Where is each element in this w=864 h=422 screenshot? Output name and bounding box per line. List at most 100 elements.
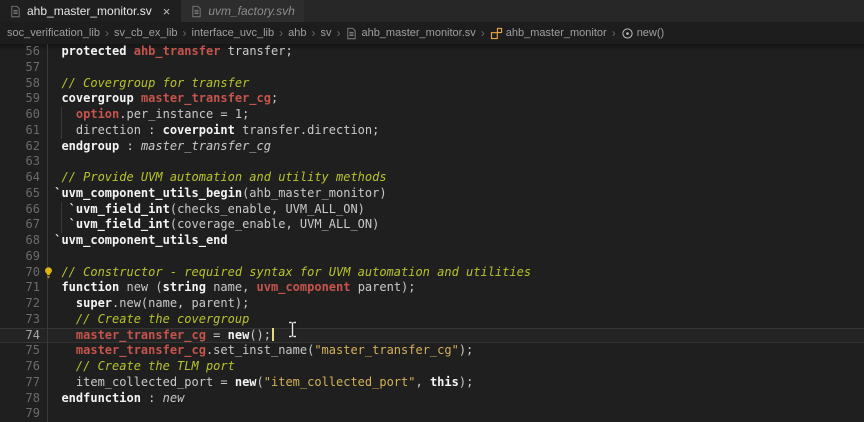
indent-guide bbox=[47, 249, 48, 265]
line-number: 76 bbox=[0, 359, 40, 375]
line-number: 71 bbox=[0, 280, 40, 296]
line-number: 59 bbox=[0, 91, 40, 107]
breadcrumb-item-soc-verification-lib[interactable]: soc_verification_lib bbox=[7, 27, 100, 39]
code-text: `uvm_component_utils_begin(ahb_master_mo… bbox=[47, 186, 387, 202]
line-number: 73 bbox=[0, 312, 40, 328]
line-number: 69 bbox=[0, 249, 40, 265]
lightbulb-icon[interactable] bbox=[42, 266, 55, 284]
tab-label: ahb_master_monitor.sv bbox=[27, 4, 152, 18]
code-text: endfunction : new bbox=[47, 391, 184, 407]
breadcrumb-label: new() bbox=[637, 27, 665, 39]
code-line-70[interactable]: 70 // Constructor - required syntax for … bbox=[0, 265, 864, 281]
tab-uvm-factory[interactable]: uvm_factory.svh bbox=[180, 0, 303, 22]
breadcrumb-item-new-[interactable]: new() bbox=[621, 27, 665, 40]
code-text: `uvm_field_int(coverage_enable, UVM_ALL_… bbox=[47, 217, 379, 233]
code-line-64[interactable]: 64 // Provide UVM automation and utility… bbox=[0, 170, 864, 186]
breadcrumb-item-sv[interactable]: sv bbox=[320, 27, 331, 39]
breadcrumb-separator-icon: › bbox=[279, 26, 283, 40]
code-line-69[interactable]: 69 bbox=[0, 249, 864, 265]
line-number: 65 bbox=[0, 186, 40, 202]
line-number: 58 bbox=[0, 76, 40, 92]
line-number: 62 bbox=[0, 139, 40, 155]
vscode-window: ahb_master_monitor.sv × uvm_factory.svh … bbox=[0, 0, 864, 422]
line-number: 72 bbox=[0, 296, 40, 312]
code-text: // Provide UVM automation and utility me… bbox=[47, 170, 387, 186]
file-icon bbox=[9, 5, 22, 18]
code-text: master_transfer_cg.set_inst_name("master… bbox=[47, 343, 473, 359]
line-number: 79 bbox=[0, 406, 40, 422]
line-number: 68 bbox=[0, 233, 40, 249]
breadcrumb-separator-icon: › bbox=[183, 26, 187, 40]
code-line-67[interactable]: 67 `uvm_field_int(coverage_enable, UVM_A… bbox=[0, 217, 864, 233]
tab-label: uvm_factory.svh bbox=[208, 4, 294, 18]
code-line-61[interactable]: 61 direction : coverpoint transfer.direc… bbox=[0, 123, 864, 139]
code-line-77[interactable]: 77 item_collected_port = new("item_colle… bbox=[0, 375, 864, 391]
code-line-78[interactable]: 78 endfunction : new bbox=[0, 391, 864, 407]
breadcrumb-separator-icon: › bbox=[311, 26, 315, 40]
line-number: 60 bbox=[0, 107, 40, 123]
code-line-65[interactable]: 65 `uvm_component_utils_begin(ahb_master… bbox=[0, 186, 864, 202]
code-line-74[interactable]: 74 master_transfer_cg = new(); bbox=[0, 328, 864, 344]
breadcrumb-label: ahb_master_monitor.sv bbox=[361, 27, 475, 39]
indent-guide bbox=[47, 60, 48, 76]
code-text: `uvm_field_int(checks_enable, UVM_ALL_ON… bbox=[47, 202, 365, 218]
tab-ahb-master-monitor[interactable]: ahb_master_monitor.sv × bbox=[0, 0, 180, 22]
breadcrumb-item-interface-uvc-lib[interactable]: interface_uvc_lib bbox=[192, 27, 275, 39]
code-text: `uvm_component_utils_end bbox=[47, 233, 228, 249]
method-icon bbox=[621, 27, 634, 40]
code-text: covergroup master_transfer_cg; bbox=[47, 91, 278, 107]
breadcrumb-item-ahb-master-monitor[interactable]: ahb_master_monitor bbox=[490, 27, 607, 40]
code-text: option.per_instance = 1; bbox=[47, 107, 249, 123]
code-line-73[interactable]: 73 // Create the covergroup bbox=[0, 312, 864, 328]
code-text: endgroup : master_transfer_cg bbox=[47, 139, 271, 155]
line-number: 56 bbox=[0, 44, 40, 60]
code-line-63[interactable]: 63 bbox=[0, 154, 864, 170]
tab-bar: ahb_master_monitor.sv × uvm_factory.svh bbox=[0, 0, 864, 22]
code-text: super.new(name, parent); bbox=[47, 296, 249, 312]
file-icon bbox=[345, 27, 358, 40]
code-line-75[interactable]: 75 master_transfer_cg.set_inst_name("mas… bbox=[0, 343, 864, 359]
text-caret bbox=[272, 328, 274, 341]
breadcrumb-item-ahb[interactable]: ahb bbox=[288, 27, 306, 39]
line-number: 67 bbox=[0, 217, 40, 233]
breadcrumb-label: ahb bbox=[288, 27, 306, 39]
code-line-71[interactable]: 71 function new (string name, uvm_compon… bbox=[0, 280, 864, 296]
code-line-56[interactable]: 56 protected ahb_transfer transfer; bbox=[0, 44, 864, 60]
code-line-72[interactable]: 72 super.new(name, parent); bbox=[0, 296, 864, 312]
line-number: 66 bbox=[0, 202, 40, 218]
line-number: 77 bbox=[0, 375, 40, 391]
breadcrumb-separator-icon: › bbox=[105, 26, 109, 40]
code-editor[interactable]: 56 protected ahb_transfer transfer;5758 … bbox=[0, 44, 864, 422]
code-line-62[interactable]: 62 endgroup : master_transfer_cg bbox=[0, 139, 864, 155]
code-line-57[interactable]: 57 bbox=[0, 60, 864, 76]
code-text: // Create the TLM port bbox=[47, 359, 235, 375]
code-line-60[interactable]: 60 option.per_instance = 1; bbox=[0, 107, 864, 123]
code-line-79[interactable]: 79 bbox=[0, 406, 864, 422]
close-icon[interactable]: × bbox=[162, 5, 172, 18]
code-line-66[interactable]: 66 `uvm_field_int(checks_enable, UVM_ALL… bbox=[0, 202, 864, 218]
code-line-76[interactable]: 76 // Create the TLM port bbox=[0, 359, 864, 375]
class-icon bbox=[490, 27, 503, 40]
line-number: 75 bbox=[0, 343, 40, 359]
breadcrumb-label: ahb_master_monitor bbox=[506, 27, 607, 39]
line-number: 63 bbox=[0, 154, 40, 170]
line-number: 70 bbox=[0, 265, 40, 281]
breadcrumb-label: sv bbox=[320, 27, 331, 39]
breadcrumb-item-sv-cb-ex-lib[interactable]: sv_cb_ex_lib bbox=[114, 27, 178, 39]
breadcrumb-label: soc_verification_lib bbox=[7, 27, 100, 39]
breadcrumb: soc_verification_lib › sv_cb_ex_lib › interf… bbox=[0, 22, 864, 44]
breadcrumb-item-ahb-master-monitor-sv[interactable]: ahb_master_monitor.sv bbox=[345, 27, 475, 40]
file-icon bbox=[190, 5, 203, 18]
line-number: 78 bbox=[0, 391, 40, 407]
code-text: // Create the covergroup bbox=[47, 312, 249, 328]
line-number: 61 bbox=[0, 123, 40, 139]
code-line-59[interactable]: 59 covergroup master_transfer_cg; bbox=[0, 91, 864, 107]
code-text: direction : coverpoint transfer.directio… bbox=[47, 123, 379, 139]
code-line-68[interactable]: 68 `uvm_component_utils_end bbox=[0, 233, 864, 249]
breadcrumb-separator-icon: › bbox=[612, 26, 616, 40]
breadcrumb-label: sv_cb_ex_lib bbox=[114, 27, 178, 39]
code-line-58[interactable]: 58 // Covergroup for transfer bbox=[0, 76, 864, 92]
code-text: master_transfer_cg = new(); bbox=[47, 328, 274, 344]
breadcrumb-separator-icon: › bbox=[336, 26, 340, 40]
line-number: 64 bbox=[0, 170, 40, 186]
